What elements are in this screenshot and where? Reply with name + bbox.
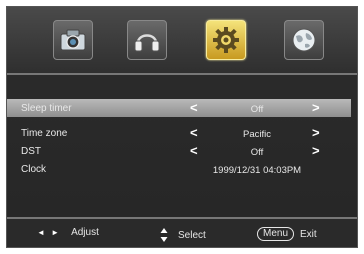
select-hint: Select bbox=[160, 227, 206, 243]
camera-icon bbox=[60, 29, 86, 51]
globe-icon bbox=[292, 28, 316, 52]
setting-row-sleep-timer[interactable]: Sleep timer < Off > bbox=[7, 99, 351, 117]
key-hint-bar: ◄ ► Adjust Select Menu Exit bbox=[7, 219, 357, 247]
tab-setup[interactable] bbox=[206, 20, 246, 60]
up-down-keys-icon bbox=[160, 228, 168, 242]
setting-value: Off bbox=[250, 104, 264, 115]
decrease-arrow-icon[interactable]: < bbox=[190, 125, 198, 140]
category-tab-bar bbox=[7, 7, 357, 73]
increase-arrow-icon[interactable]: > bbox=[312, 143, 320, 158]
decrease-arrow-icon[interactable]: < bbox=[190, 143, 198, 158]
settings-list: Sleep timer < Off > Time zone < Pacific … bbox=[7, 75, 357, 217]
left-right-keys-icon: ◄ ► bbox=[37, 228, 62, 237]
menu-key-icon: Menu bbox=[257, 227, 295, 241]
setting-label: DST bbox=[21, 146, 41, 157]
adjust-label: Adjust bbox=[71, 227, 99, 238]
setting-value: Pacific bbox=[243, 129, 271, 140]
tab-picture[interactable] bbox=[53, 20, 93, 60]
increase-arrow-icon[interactable]: > bbox=[312, 100, 320, 115]
setting-label: Clock bbox=[21, 164, 47, 175]
setting-row-clock: Clock 1999/12/31 04:03PM bbox=[7, 160, 351, 178]
adjust-hint: ◄ ► Adjust bbox=[37, 227, 99, 238]
select-label: Select bbox=[178, 229, 206, 241]
tab-sound[interactable] bbox=[127, 20, 167, 60]
clock-value: 1999/12/31 04:03PM bbox=[212, 165, 302, 176]
setting-row-dst[interactable]: DST < Off > bbox=[7, 142, 351, 160]
setting-value: Off bbox=[250, 147, 264, 158]
exit-label: Exit bbox=[300, 228, 317, 240]
headphones-icon bbox=[134, 34, 160, 52]
setting-label: Time zone bbox=[21, 128, 68, 139]
increase-arrow-icon[interactable]: > bbox=[312, 125, 320, 140]
decrease-arrow-icon[interactable]: < bbox=[190, 100, 198, 115]
setting-row-time-zone[interactable]: Time zone < Pacific > bbox=[7, 124, 351, 142]
tab-other[interactable] bbox=[284, 20, 324, 60]
exit-hint: Menu Exit bbox=[257, 227, 317, 241]
settings-menu-screen: Sleep timer < Off > Time zone < Pacific … bbox=[6, 6, 358, 248]
setting-label: Sleep timer bbox=[21, 103, 72, 114]
gear-icon bbox=[213, 27, 239, 53]
